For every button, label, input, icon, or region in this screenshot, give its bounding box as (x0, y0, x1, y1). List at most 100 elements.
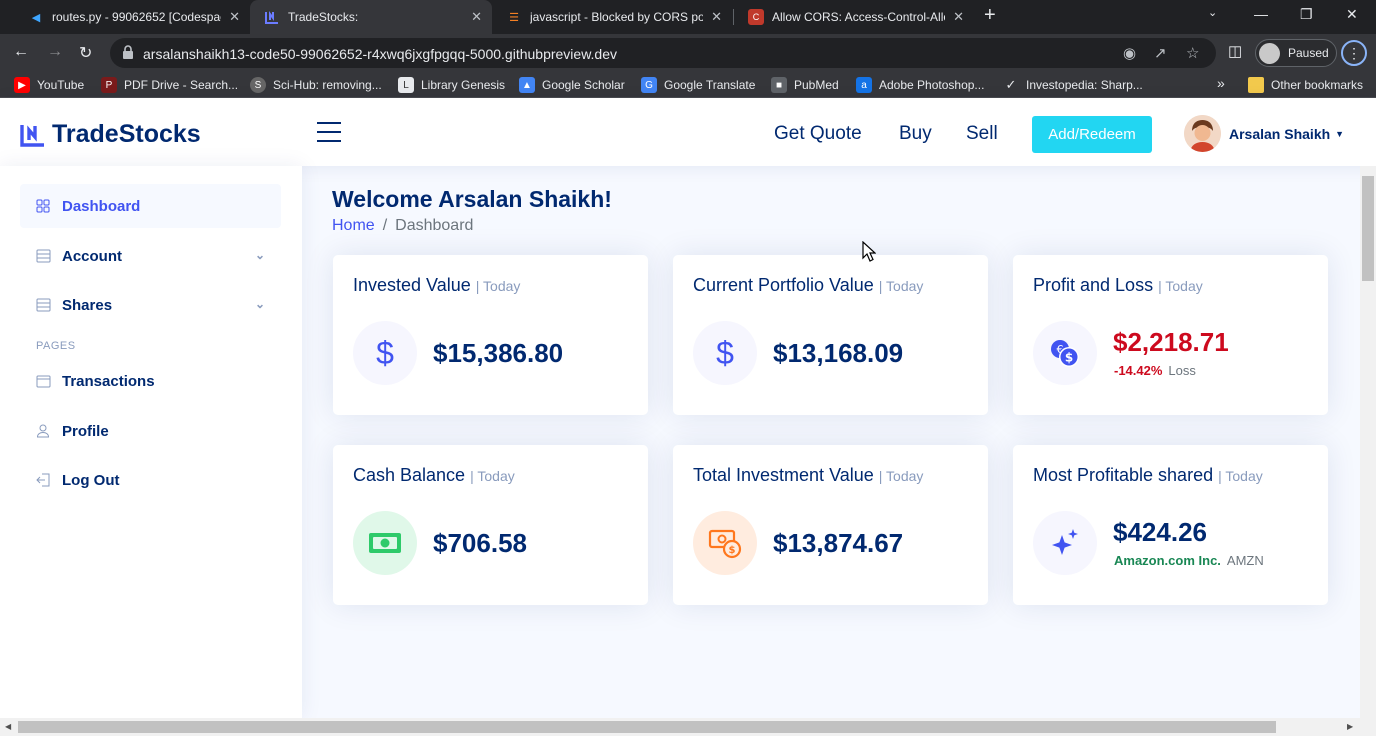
browser-tab[interactable]: ☰ javascript - Blocked by CORS poli ✕ (492, 0, 732, 34)
bookmark-star-icon[interactable]: ☆ (1186, 44, 1199, 62)
pubmed-icon: ■ (771, 77, 787, 93)
address-bar[interactable]: arsalanshaikh13-code50-99062652-r4xwq6jx… (110, 38, 1216, 68)
adobe-icon: a (856, 77, 872, 93)
bookmark-item[interactable]: ■ PubMed (771, 77, 839, 93)
scrollbar-thumb[interactable] (1362, 176, 1374, 281)
share-icon[interactable]: ↗ (1154, 44, 1167, 62)
grid-icon (35, 198, 51, 214)
add-redeem-button[interactable]: Add/Redeem (1032, 116, 1152, 153)
card-title: Most Profitable shared (1033, 465, 1214, 485)
back-icon[interactable]: ← (13, 43, 29, 61)
cash-icon (353, 511, 417, 575)
profile-button[interactable]: Paused (1255, 39, 1337, 67)
card-profit-and-loss: Profit and Loss | Today € $ $2,218.71 -1… (1013, 255, 1328, 415)
close-icon[interactable]: ✕ (711, 9, 722, 25)
page-title: Welcome Arsalan Shaikh! (332, 186, 612, 212)
restore-icon[interactable]: ❐ (1300, 6, 1313, 23)
card-title: Current Portfolio Value (693, 275, 874, 295)
minimize-icon[interactable]: — (1254, 6, 1268, 22)
bookmarks-bar: ▶ YouTube P PDF Drive - Search... S Sci-… (0, 72, 1376, 98)
sidebar-item-shares[interactable]: Shares ⌄ (20, 283, 281, 327)
mouse-cursor-icon (862, 241, 876, 262)
card-cash-balance: Cash Balance | Today $706.58 (333, 445, 648, 605)
card-most-profitable-share: Most Profitable shared | Today $424.26 A… (1013, 445, 1328, 605)
browser-tab[interactable]: ◀ routes.py - 99062652 [Codespace ✕ (14, 0, 250, 34)
scroll-left-icon[interactable]: ◀ (5, 722, 11, 731)
card-title: Total Investment Value (693, 465, 874, 485)
card-invested-value: Invested Value | Today $ $15,386.80 (333, 255, 648, 415)
extension-icon: C (748, 9, 764, 25)
change-label: Loss (1168, 363, 1196, 378)
bookmark-label: Investopedia: Sharp... (1026, 78, 1143, 92)
bookmark-item[interactable]: a Adobe Photoshop... (856, 77, 984, 93)
browser-tab-active[interactable]: TradeStocks: ✕ (250, 0, 492, 34)
currency-exchange-icon: € $ (1033, 321, 1097, 385)
bookmark-label: Library Genesis (421, 78, 506, 92)
brand-name: TradeStocks (52, 120, 201, 148)
close-icon[interactable]: ✕ (471, 9, 482, 25)
list-icon (35, 297, 51, 313)
tradestocks-logo-icon (20, 124, 44, 147)
user-menu[interactable]: Arsalan Shaikh ▼ (1184, 115, 1344, 152)
bookmark-label: YouTube (37, 78, 85, 92)
tab-search-icon[interactable]: ⌄ (1208, 6, 1217, 19)
sidebar-item-label: Log Out (62, 471, 120, 489)
sidebar-toggle-icon[interactable] (317, 122, 341, 142)
tab-title: javascript - Blocked by CORS poli (530, 10, 704, 24)
profile-avatar (1259, 43, 1280, 64)
card-subtitle: | Today (1218, 468, 1263, 484)
sidebar-item-logout[interactable]: Log Out (20, 458, 281, 502)
new-tab-button[interactable]: + (984, 4, 996, 27)
card-value: $706.58 (433, 528, 527, 558)
sidebar-item-dashboard[interactable]: Dashboard (20, 184, 281, 228)
browser-tabbar: ◀ routes.py - 99062652 [Codespace ✕ Trad… (0, 0, 1376, 34)
sidebar-item-label: Shares (62, 296, 113, 314)
brand-logo[interactable]: TradeStocks (20, 120, 201, 149)
card-subtitle: | Today (878, 468, 924, 484)
scroll-right-icon[interactable]: ▶ (1347, 722, 1353, 731)
bookmark-item[interactable]: L Library Genesis (398, 77, 505, 93)
card-subtitle: | Today (1158, 278, 1203, 294)
dollar-icon: $ (353, 321, 417, 385)
browser-menu-icon[interactable]: ⋮ (1341, 40, 1367, 66)
card-total-investment-value: Total Investment Value | Today $ $13,874… (673, 445, 988, 605)
sidebar-item-transactions[interactable]: Transactions (20, 359, 281, 403)
bookmark-item[interactable]: ▶ YouTube (14, 77, 84, 93)
bookmark-item[interactable]: G Google Translate (641, 77, 755, 93)
sidebar-item-label: Profile (62, 422, 109, 440)
eye-icon[interactable]: ◉ (1123, 44, 1136, 62)
scrollbar-thumb[interactable] (18, 721, 1276, 733)
change-percent: -14.42% (1114, 363, 1163, 378)
card-subtitle: | Today (878, 278, 924, 294)
bookmark-item[interactable]: ✓ Investopedia: Sharp... (1003, 77, 1143, 93)
other-bookmarks[interactable]: Other bookmarks (1248, 77, 1363, 93)
more-bookmarks-icon[interactable]: » (1217, 75, 1225, 91)
card-title: Cash Balance (353, 465, 466, 485)
close-icon[interactable]: ✕ (229, 9, 240, 25)
bookmark-item[interactable]: S Sci-Hub: removing... (250, 77, 382, 93)
nav-get-quote[interactable]: Get Quote (774, 123, 862, 145)
forward-icon[interactable]: → (47, 43, 63, 61)
reload-icon[interactable]: ↻ (79, 43, 92, 63)
bookmark-item[interactable]: ▲ Google Scholar (519, 77, 625, 93)
youtube-icon: ▶ (14, 77, 30, 93)
breadcrumb-home[interactable]: Home (332, 217, 375, 234)
side-panel-icon[interactable]: ◫ (1228, 42, 1242, 60)
bookmark-label: Google Scholar (542, 78, 625, 92)
nav-sell[interactable]: Sell (966, 123, 998, 145)
close-icon[interactable]: ✕ (953, 9, 964, 25)
sidebar-item-label: Transactions (62, 372, 155, 390)
sidebar-item-profile[interactable]: Profile (20, 409, 281, 453)
sidebar-item-account[interactable]: Account ⌄ (20, 234, 281, 278)
vertical-scrollbar[interactable] (1360, 166, 1376, 718)
bookmark-label: PDF Drive - Search... (124, 78, 239, 92)
window-close-icon[interactable]: ✕ (1346, 6, 1358, 23)
main-content: Welcome Arsalan Shaikh! Home / Dashboard I… (302, 166, 1360, 718)
nav-buy[interactable]: Buy (899, 123, 932, 145)
stackoverflow-icon: ☰ (509, 11, 519, 24)
browser-toolbar: ← → ↻ arsalanshaikh13-code50-99062652-r4… (0, 34, 1376, 72)
bookmark-item[interactable]: P PDF Drive - Search... (101, 77, 238, 93)
stars-icon (1033, 511, 1097, 575)
browser-tab[interactable]: C Allow CORS: Access-Control-Allo ✕ (734, 0, 974, 34)
horizontal-scrollbar[interactable]: ◀ ▶ (0, 718, 1376, 736)
